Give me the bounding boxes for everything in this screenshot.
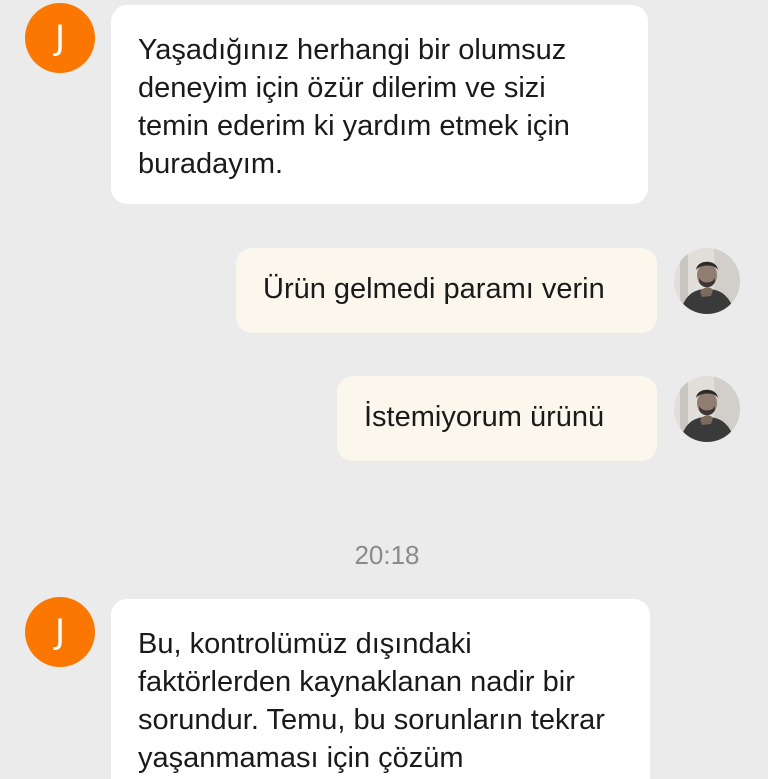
user-message-bubble: İstemiyorum ürünü	[337, 376, 657, 461]
agent-message-bubble: Yaşadığınız herhangi bir olumsuz deneyim…	[111, 5, 648, 204]
user-avatar[interactable]	[674, 248, 740, 314]
agent-message-text: Bu, kontrolümüz dışındaki faktörlerden k…	[138, 628, 605, 774]
user-avatar[interactable]	[674, 376, 740, 442]
agent-message-text: Yaşadığınız herhangi bir olumsuz deneyim…	[138, 34, 570, 180]
agent-message-bubble: Bu, kontrolümüz dışındaki faktörlerden k…	[111, 599, 650, 779]
agent-avatar[interactable]: J	[25, 597, 95, 667]
user-message-text: Ürün gelmedi paramı verin	[263, 273, 605, 305]
user-message-bubble: Ürün gelmedi paramı verin	[236, 248, 657, 333]
agent-avatar[interactable]: J	[25, 3, 95, 73]
message-timestamp: 20:18	[354, 540, 420, 570]
user-photo-icon	[674, 248, 740, 314]
user-message-text: İstemiyorum ürünü	[364, 401, 605, 433]
user-photo-icon	[674, 376, 740, 442]
